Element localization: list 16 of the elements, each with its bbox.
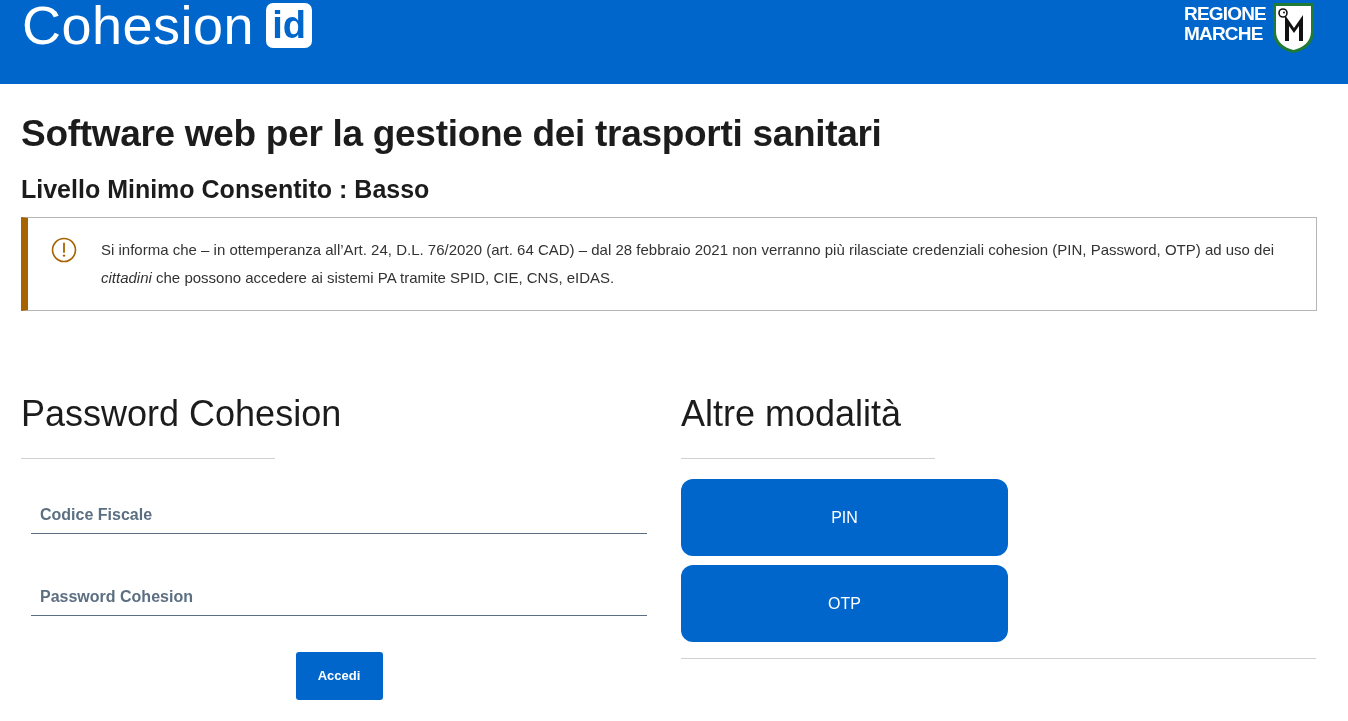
input-field[interactable]: Password Cohesion xyxy=(31,575,647,616)
section-heading: Password Cohesion xyxy=(21,392,342,436)
crest-icon xyxy=(1272,2,1315,54)
page-subtitle: Livello Minimo Consentito : Basso xyxy=(21,174,430,205)
login-method-button[interactable]: PIN xyxy=(681,479,1008,556)
alert-icon xyxy=(51,237,77,263)
id-badge: id xyxy=(266,3,312,48)
region-logo-text: REGIONE xyxy=(1183,4,1266,24)
login-method-button[interactable]: OTP xyxy=(681,565,1008,642)
input-field[interactable]: Codice Fiscale xyxy=(31,493,647,534)
section-heading: Altre modalità xyxy=(681,392,902,436)
notice-text: Si informa che – in ottemperanza all’Art. 24, D.L. 76/2020 (art. 64 CAD) – dal 28 febbraio 2021 non verranno più rilasciate credenziali cohesion (PIN, Password, OTP) ad uso dei cittadini che possono accedere ai sistemi PA tramite SPID, CIE, CNS, eIDAS. xyxy=(101,240,1276,288)
region-logo-text: MARCHE xyxy=(1183,24,1264,44)
page-title: Software web per la gestione dei trasporti sanitari xyxy=(21,112,882,156)
cohesion-logo-text: Cohesion xyxy=(22,0,255,50)
login-button[interactable]: Accedi xyxy=(295,652,383,700)
